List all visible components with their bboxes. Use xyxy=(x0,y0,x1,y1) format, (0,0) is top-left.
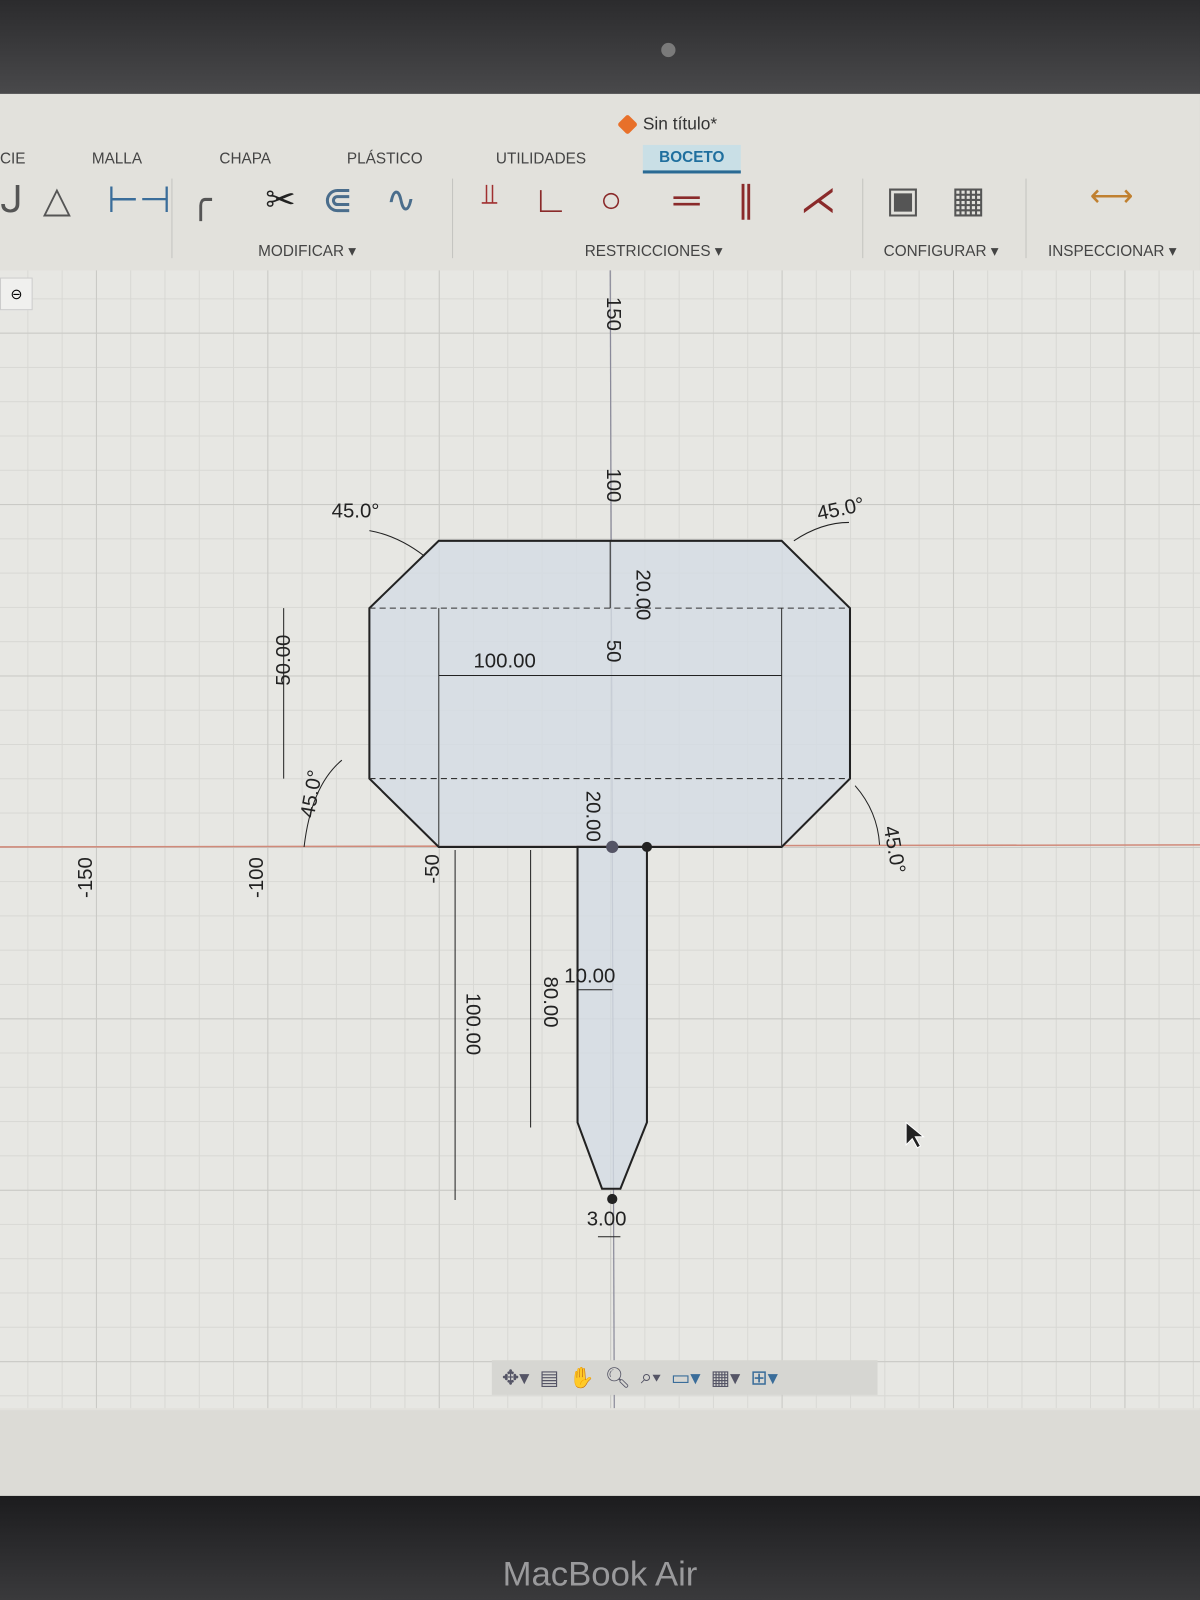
dim-side-height[interactable]: 50.00 xyxy=(273,635,295,686)
viewports-icon[interactable]: ⊞▾ xyxy=(750,1365,777,1391)
dim-angle-bottom-right[interactable]: 45.0° xyxy=(879,824,909,875)
angle-arc xyxy=(854,785,881,845)
dim-handle-width[interactable]: 10.00 xyxy=(564,966,615,988)
dim-angle-top-right[interactable]: 45.0° xyxy=(815,494,866,525)
pan-hand-icon[interactable]: ✋ xyxy=(569,1365,594,1391)
screen-bottom-area xyxy=(0,1410,1200,1496)
axis-label-150: 150 xyxy=(602,297,624,331)
dim-top-offset[interactable]: 20.00 xyxy=(632,569,654,620)
dim-angle-top-left[interactable]: 45.0° xyxy=(332,500,380,522)
axis-label-100: 100 xyxy=(602,468,624,502)
dim-bottom-offset[interactable]: 20.00 xyxy=(582,791,604,842)
dim-handle-length[interactable]: 80.00 xyxy=(539,977,561,1028)
sketch-point[interactable] xyxy=(607,1193,618,1205)
angle-arc xyxy=(369,530,425,557)
device-brand-label: MacBook Air xyxy=(502,1555,698,1594)
origin-point[interactable] xyxy=(606,840,619,854)
look-at-icon[interactable]: ▤ xyxy=(540,1365,559,1391)
dim-total-length[interactable]: 100.00 xyxy=(461,993,483,1055)
grid-settings-icon[interactable]: ▦▾ xyxy=(711,1365,741,1391)
zoom-window-icon[interactable]: ⌕▾ xyxy=(641,1366,661,1389)
axis-label-neg150: -150 xyxy=(75,857,97,898)
mouse-cursor-icon xyxy=(905,1121,925,1149)
axis-label-neg100: -100 xyxy=(246,857,268,898)
navigation-bar: ✥▾ ▤ ✋ 🔍︎ ⌕▾ ▭▾ ▦▾ ⊞▾ xyxy=(491,1360,878,1395)
dim-tip-width[interactable]: 3.00 xyxy=(587,1209,627,1231)
axis-label-neg50: -50 xyxy=(422,854,444,883)
orbit-icon[interactable]: ✥▾ xyxy=(502,1365,529,1391)
dim-head-width[interactable]: 100.00 xyxy=(473,650,535,672)
handle-profile[interactable] xyxy=(576,845,648,1190)
zoom-icon[interactable]: 🔍︎ xyxy=(605,1365,631,1391)
display-settings-icon[interactable]: ▭▾ xyxy=(671,1365,701,1391)
axis-label-50: 50 xyxy=(602,640,624,663)
angle-arc xyxy=(793,521,849,542)
dim-angle-bottom-left[interactable]: 45.0° xyxy=(297,768,327,819)
sketch-point[interactable] xyxy=(641,841,653,853)
